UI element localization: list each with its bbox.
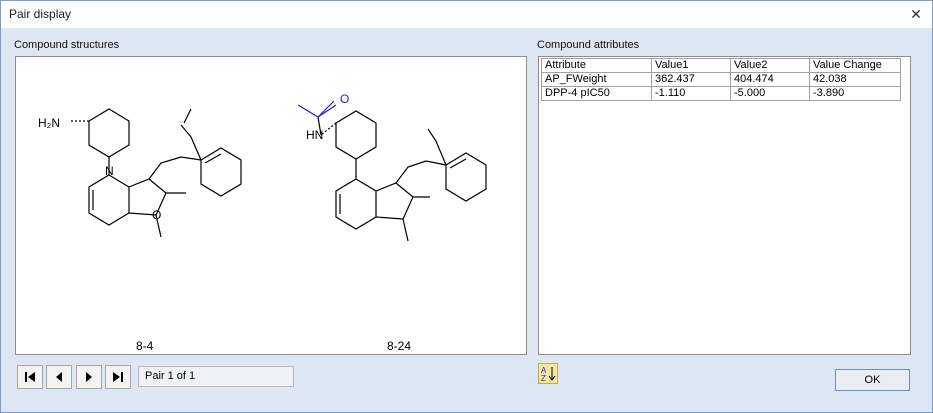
table-row[interactable]: AP_FWeight 362.437 404.474 42.038 <box>541 72 901 87</box>
sort-az-icon: A Z <box>541 366 556 383</box>
table-cell: 362.437 <box>651 72 731 87</box>
atom-label-o: O <box>152 208 161 222</box>
column-header[interactable]: Attribute <box>541 58 652 73</box>
atom-label-h2n: H₂N <box>38 116 60 130</box>
first-page-icon <box>25 372 35 382</box>
structure-panel: H₂N N O HN O 8-4 8-24 <box>15 56 527 355</box>
atom-label-o-acetyl: O <box>340 92 349 106</box>
svg-text:Z: Z <box>541 374 546 383</box>
column-header[interactable]: Value1 <box>651 58 731 73</box>
column-header[interactable]: Value2 <box>730 58 810 73</box>
compound-attributes-label: Compound attributes <box>537 39 640 51</box>
table-cell: 42.038 <box>809 72 901 87</box>
previous-button[interactable] <box>46 365 72 389</box>
table-cell: -3.890 <box>809 86 901 101</box>
last-page-icon <box>113 372 123 382</box>
atom-label-hn: HN <box>306 128 323 142</box>
table-cell: -1.110 <box>651 86 731 101</box>
structure-canvas: H₂N N O HN O <box>38 92 487 242</box>
first-button[interactable] <box>17 365 43 389</box>
compound-name: 8-4 <box>136 339 154 353</box>
next-icon <box>86 372 92 382</box>
ok-button[interactable]: OK <box>835 369 910 391</box>
column-header[interactable]: Value Change <box>809 58 901 73</box>
table-header-row: Attribute Value1 Value2 Value Change <box>541 58 901 73</box>
attributes-table: Attribute Value1 Value2 Value Change AP_… <box>541 58 901 101</box>
close-icon[interactable]: ✕ <box>906 5 926 23</box>
title-bar: Pair display ✕ <box>1 1 932 28</box>
table-cell: -5.000 <box>730 86 810 101</box>
sort-button[interactable]: A Z <box>538 363 558 384</box>
window-title: Pair display <box>9 7 72 21</box>
last-button[interactable] <box>105 365 131 389</box>
table-cell: DPP-4 pIC50 <box>541 86 652 101</box>
table-cell: 404.474 <box>730 72 810 87</box>
compound-name: 8-24 <box>387 339 412 353</box>
next-button[interactable] <box>76 365 102 389</box>
pair-indicator: Pair 1 of 1 <box>138 366 294 387</box>
compound-structures-label: Compound structures <box>14 39 120 51</box>
table-cell: AP_FWeight <box>541 72 652 87</box>
pair-display-window: Pair display ✕ Compound structures H₂N N… <box>0 0 933 413</box>
previous-icon <box>56 372 62 382</box>
atom-label-n: N <box>105 164 114 178</box>
table-row[interactable]: DPP-4 pIC50 -1.110 -5.000 -3.890 <box>541 86 901 101</box>
